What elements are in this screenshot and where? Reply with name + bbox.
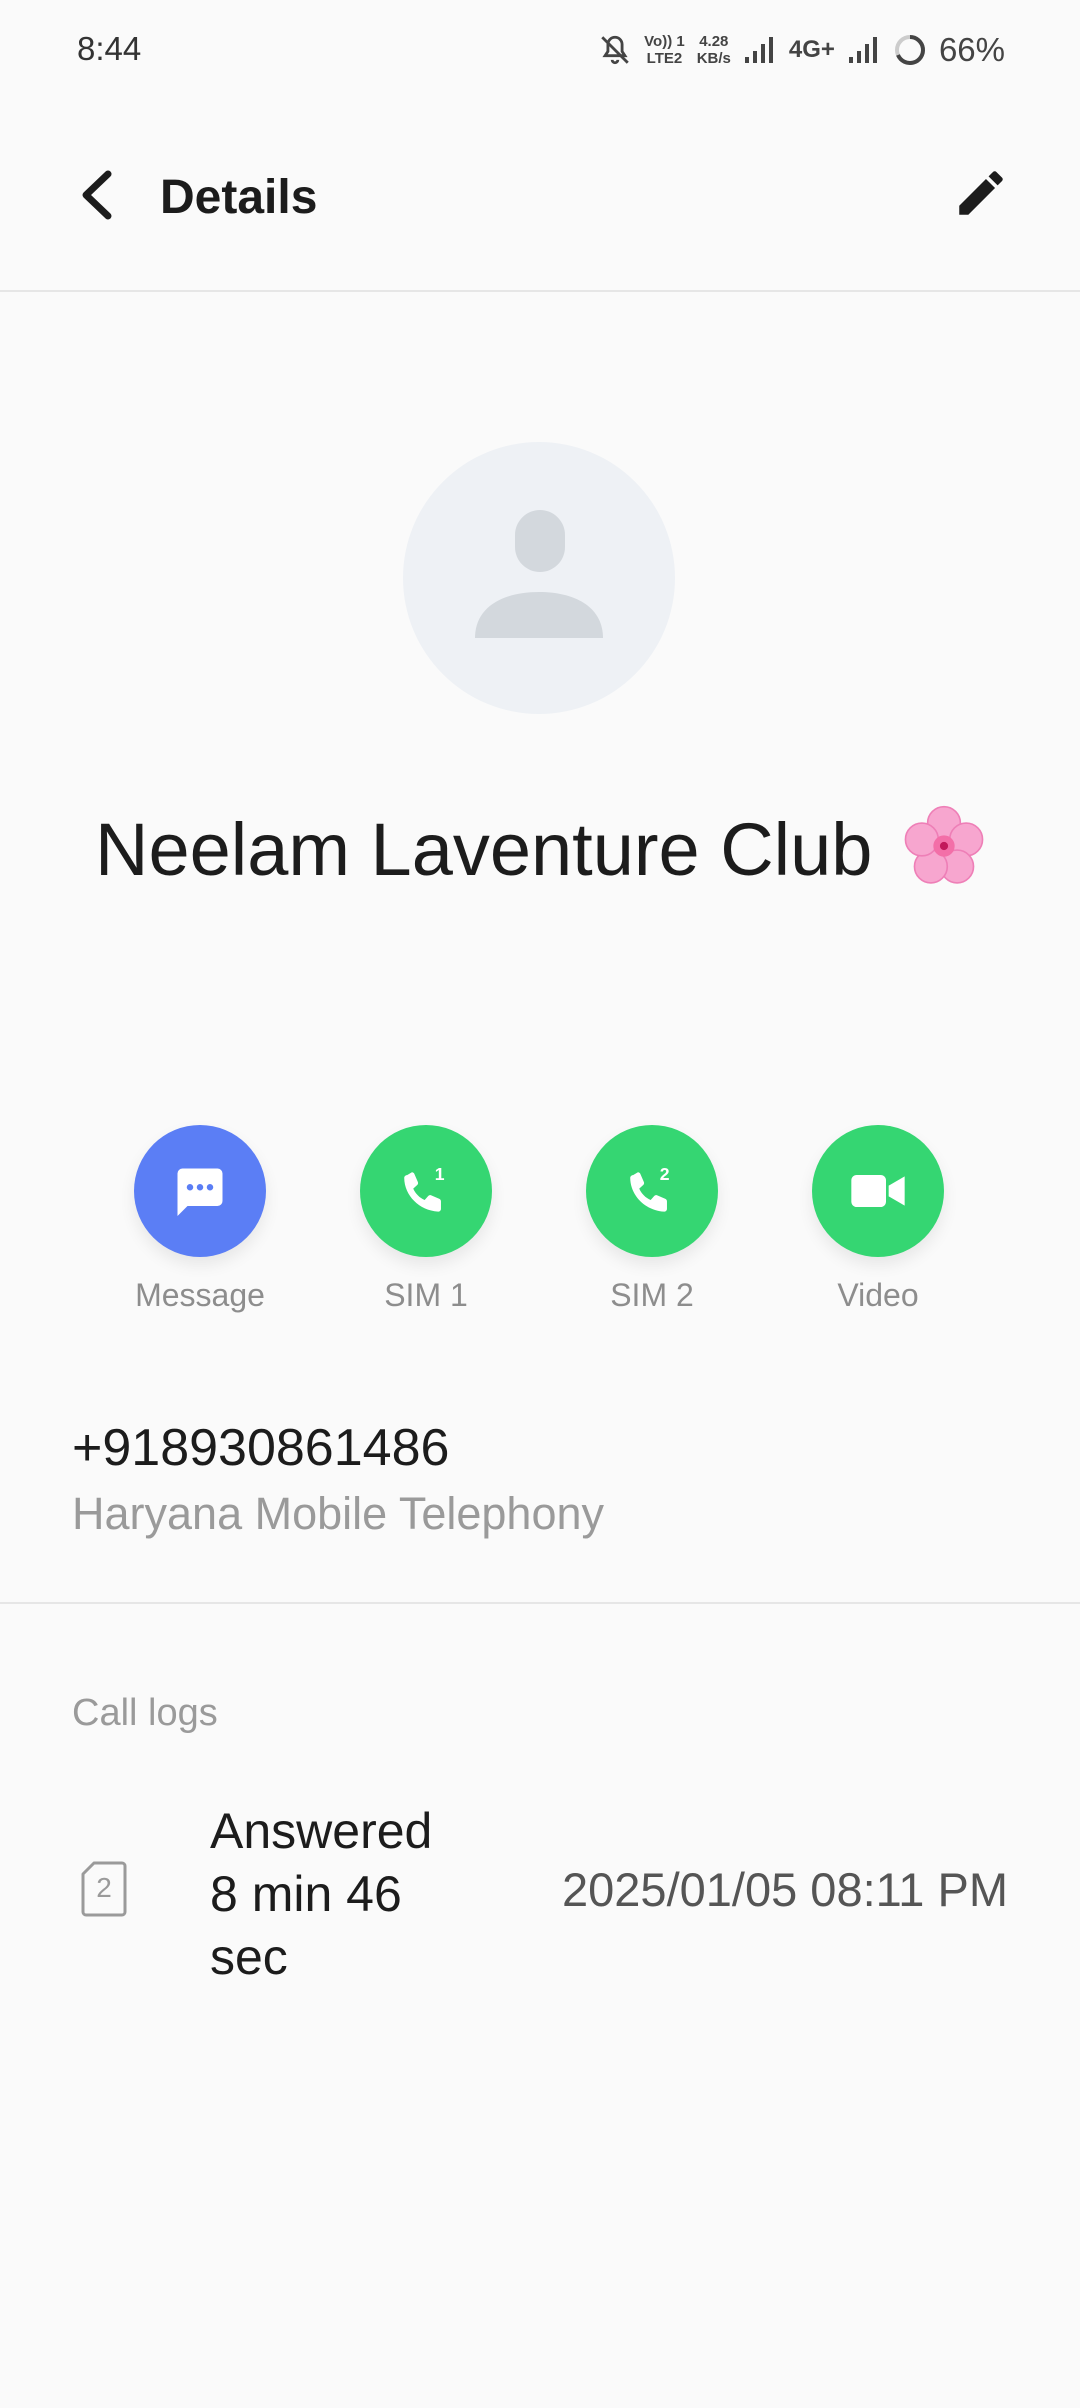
video-call-button[interactable]: Video [788, 1125, 968, 1314]
app-bar: Details [0, 100, 1080, 290]
status-icons: Vo)) 1 LTE2 4.28 KB/s 4G+ 66% [598, 22, 1005, 78]
mute-bell-icon [601, 35, 629, 65]
video-icon [851, 1175, 905, 1207]
sim1-label: SIM 1 [384, 1277, 468, 1313]
message-button[interactable]: Message [110, 1125, 290, 1314]
edit-pencil-icon[interactable] [952, 162, 1010, 224]
message-icon [177, 1168, 223, 1216]
network-speed: 4.28 KB/s [696, 33, 731, 67]
message-button-circle[interactable] [134, 1125, 266, 1257]
contact-name: Neelam Laventure Club [0, 805, 1080, 892]
battery-ring-icon [894, 35, 925, 65]
message-label: Message [135, 1277, 265, 1313]
network-type: 4G+ [788, 36, 835, 63]
contact-name-text: Neelam Laventure Club [95, 808, 873, 891]
svg-text:1: 1 [435, 1164, 445, 1184]
phone-sim2-icon: 2 [630, 1164, 670, 1212]
sim2-call-button[interactable]: 2 SIM 2 [562, 1125, 742, 1314]
video-label: Video [837, 1277, 919, 1313]
divider [0, 290, 1080, 292]
call-log-row[interactable]: 2 Answered 8 min 46 sec 2025/01/05 08:11… [0, 1790, 1080, 1990]
back-arrow-icon[interactable] [70, 160, 130, 230]
signal-1-icon [744, 37, 773, 63]
battery-level: 66% [938, 31, 1005, 68]
person-placeholder-icon [475, 510, 603, 638]
volte-indicator: Vo)) 1 LTE2 [644, 33, 685, 67]
sim-card-icon: 2 [80, 1860, 128, 1918]
call-logs-title: Call logs [72, 1692, 218, 1734]
phone-number[interactable]: +918930861486 [72, 1418, 449, 1478]
cherry-blossom-emoji [904, 805, 984, 884]
video-call-circle[interactable] [812, 1125, 944, 1257]
sim2-label: SIM 2 [610, 1277, 694, 1313]
sim-number: 2 [96, 1872, 112, 1903]
call-status: Answered 8 min 46 sec [210, 1803, 433, 1985]
svg-text:2: 2 [660, 1164, 670, 1184]
sim2-call-circle[interactable]: 2 [586, 1125, 718, 1257]
signal-2-icon [848, 37, 877, 63]
status-time: 8:44 [77, 30, 142, 67]
contact-actions: Message 1 SIM 1 2 SIM 2 Video [0, 1125, 1080, 1325]
status-bar: 8:44 Vo)) 1 LTE2 4.28 KB/s 4G+ 66% [0, 0, 1080, 100]
sim1-call-circle[interactable]: 1 [360, 1125, 492, 1257]
sim1-call-button[interactable]: 1 SIM 1 [336, 1125, 516, 1314]
page-title: Details [160, 171, 318, 224]
call-datetime: 2025/01/05 08:11 PM [562, 1863, 1008, 1916]
divider [0, 1602, 1080, 1604]
avatar[interactable] [403, 442, 675, 714]
carrier-label: Haryana Mobile Telephony [72, 1488, 605, 1539]
phone-sim1-icon: 1 [404, 1164, 445, 1212]
